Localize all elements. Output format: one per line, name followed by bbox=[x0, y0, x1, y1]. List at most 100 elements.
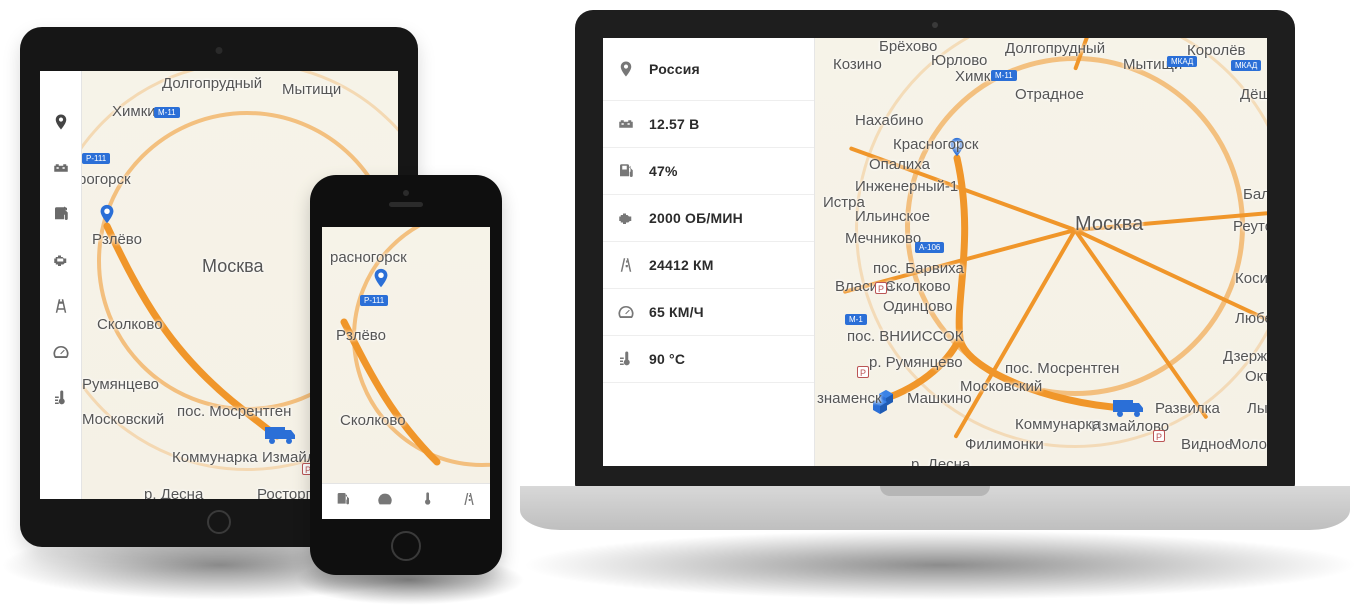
map-label: Одинцово bbox=[883, 298, 953, 315]
map-label: р. Десна bbox=[911, 456, 970, 466]
map-label: Развилка bbox=[1155, 400, 1220, 417]
stat-voltage-value: 12.57 В bbox=[649, 116, 699, 132]
road-badge: МКАД bbox=[1231, 60, 1261, 71]
stat-rpm-value: 2000 ОБ/МИН bbox=[649, 210, 743, 226]
map-label: Московский bbox=[82, 411, 164, 428]
map-label: рогорск bbox=[82, 171, 131, 188]
map-label: пос. Мосрентген bbox=[1005, 360, 1119, 377]
sidebar-location-icon[interactable] bbox=[40, 99, 81, 145]
map-label: Москва bbox=[1075, 213, 1143, 236]
map-label: Балашиха bbox=[1243, 186, 1267, 203]
parking-icon: P bbox=[875, 282, 887, 294]
map-label: Истра bbox=[823, 194, 865, 211]
map-label: Дзержинский bbox=[1223, 348, 1267, 365]
map-label: Молоково bbox=[1229, 436, 1267, 453]
map-label: Химки bbox=[112, 103, 156, 120]
phone-camera bbox=[403, 190, 409, 196]
map-label: Рзлёво bbox=[92, 231, 142, 248]
laptop-camera bbox=[932, 22, 938, 28]
map-label: Сколково bbox=[340, 412, 406, 429]
toolbar-road-icon[interactable] bbox=[461, 491, 477, 512]
laptop-device: Россия 12.57 В 47% 2000 ОБ/МИН 24412 КМ bbox=[520, 10, 1350, 570]
map-label: пос. ВНИИССОК bbox=[847, 328, 963, 345]
map-label: р. Румянцево bbox=[869, 354, 963, 371]
sidebar-speedometer-icon[interactable] bbox=[40, 329, 81, 375]
stat-odometer-value: 24412 КМ bbox=[649, 257, 714, 273]
map-label: Брёхово bbox=[879, 38, 937, 55]
map-label: Нахабино bbox=[855, 112, 923, 129]
stat-location[interactable]: Россия bbox=[603, 38, 814, 101]
phone-speaker bbox=[389, 202, 423, 207]
road-badge: М-1 bbox=[845, 314, 867, 325]
laptop-map[interactable]: Москва Долгопрудный Химки Мытищи Королёв… bbox=[815, 38, 1267, 466]
road-badge: МКАД bbox=[1167, 56, 1197, 67]
map-label: Московский bbox=[960, 378, 1042, 395]
road-badge: Р-111 bbox=[360, 295, 388, 306]
phone-map[interactable]: расногорск Рзлёво Сколково Р-111 bbox=[322, 227, 490, 483]
laptop-base bbox=[520, 486, 1350, 530]
map-label: р. Десна bbox=[144, 486, 203, 499]
stat-temperature[interactable]: 90 °C bbox=[603, 336, 814, 383]
sidebar-fuel-icon[interactable] bbox=[40, 191, 81, 237]
road-badge: А-106 bbox=[915, 242, 944, 253]
stat-odometer[interactable]: 24412 КМ bbox=[603, 242, 814, 289]
road-badge: М-11 bbox=[154, 107, 180, 118]
map-label: Козино bbox=[833, 56, 882, 73]
sidebar-road-icon[interactable] bbox=[40, 283, 81, 329]
map-label: Рзлёво bbox=[336, 327, 386, 344]
map-label: пос. Мосрентген bbox=[177, 403, 291, 420]
truck-icon bbox=[1113, 396, 1145, 418]
map-label: Долгопрудный bbox=[1005, 40, 1105, 57]
map-label: Октябрьский bbox=[1245, 368, 1267, 385]
map-label: Видное bbox=[1181, 436, 1233, 453]
map-label: Лыткарино bbox=[1247, 400, 1267, 417]
sidebar-thermometer-icon[interactable] bbox=[40, 375, 81, 421]
toolbar-speedometer-icon[interactable] bbox=[377, 491, 393, 512]
sidebar-battery-icon[interactable] bbox=[40, 145, 81, 191]
map-label: расногорск bbox=[330, 249, 407, 266]
phone-screen: расногорск Рзлёво Сколково Р-111 bbox=[322, 227, 490, 519]
map-label: Реутов bbox=[1233, 218, 1267, 235]
map-label: Опалиха bbox=[869, 156, 930, 173]
map-label: Люберцы bbox=[1235, 310, 1267, 327]
phone-home-button[interactable] bbox=[391, 531, 421, 561]
road-badge: М-11 bbox=[991, 70, 1017, 81]
map-label: Мечниково bbox=[845, 230, 921, 247]
truck-icon bbox=[265, 423, 297, 445]
map-label: Долгопрудный bbox=[162, 75, 262, 92]
map-label: Румянцево bbox=[82, 376, 159, 393]
laptop-screen: Россия 12.57 В 47% 2000 ОБ/МИН 24412 КМ bbox=[603, 38, 1267, 466]
map-label: Москва bbox=[202, 256, 263, 277]
map-label: Юрлово bbox=[931, 52, 987, 69]
toolbar-thermometer-icon[interactable] bbox=[419, 491, 435, 512]
map-label: Сколково bbox=[885, 278, 951, 295]
tablet-home-button[interactable] bbox=[207, 510, 231, 534]
stat-speed[interactable]: 65 КМ/Ч bbox=[603, 289, 814, 336]
map-pin-icon bbox=[370, 267, 392, 289]
map-label: пос. Барвиха bbox=[873, 260, 964, 277]
stat-temperature-value: 90 °C bbox=[649, 351, 685, 367]
map-label: Инженерный-1 bbox=[855, 178, 958, 195]
phone-device: расногорск Рзлёво Сколково Р-111 bbox=[310, 175, 502, 575]
map-pin-icon bbox=[96, 203, 118, 225]
parking-icon: P bbox=[1153, 430, 1165, 442]
phone-toolbar bbox=[322, 483, 490, 519]
map-label: Красногорск bbox=[893, 136, 978, 153]
stats-panel: Россия 12.57 В 47% 2000 ОБ/МИН 24412 КМ bbox=[603, 38, 815, 466]
tablet-sidebar bbox=[40, 71, 82, 499]
stat-voltage[interactable]: 12.57 В bbox=[603, 101, 814, 148]
laptop-lid: Россия 12.57 В 47% 2000 ОБ/МИН 24412 КМ bbox=[575, 10, 1295, 490]
stat-fuel-value: 47% bbox=[649, 163, 678, 179]
stat-fuel[interactable]: 47% bbox=[603, 148, 814, 195]
road-badge: Р-111 bbox=[82, 153, 110, 164]
map-label: Косино bbox=[1235, 270, 1267, 287]
sidebar-engine-icon[interactable] bbox=[40, 237, 81, 283]
map-label: Коммунарка bbox=[172, 449, 258, 466]
map-label: Сколково bbox=[97, 316, 163, 333]
toolbar-fuel-icon[interactable] bbox=[335, 491, 351, 512]
map-label: знаменск bbox=[817, 390, 882, 407]
stat-location-value: Россия bbox=[649, 61, 700, 77]
stat-rpm[interactable]: 2000 ОБ/МИН bbox=[603, 195, 814, 242]
map-label: Мытищи bbox=[282, 81, 341, 98]
tablet-camera bbox=[216, 47, 223, 54]
